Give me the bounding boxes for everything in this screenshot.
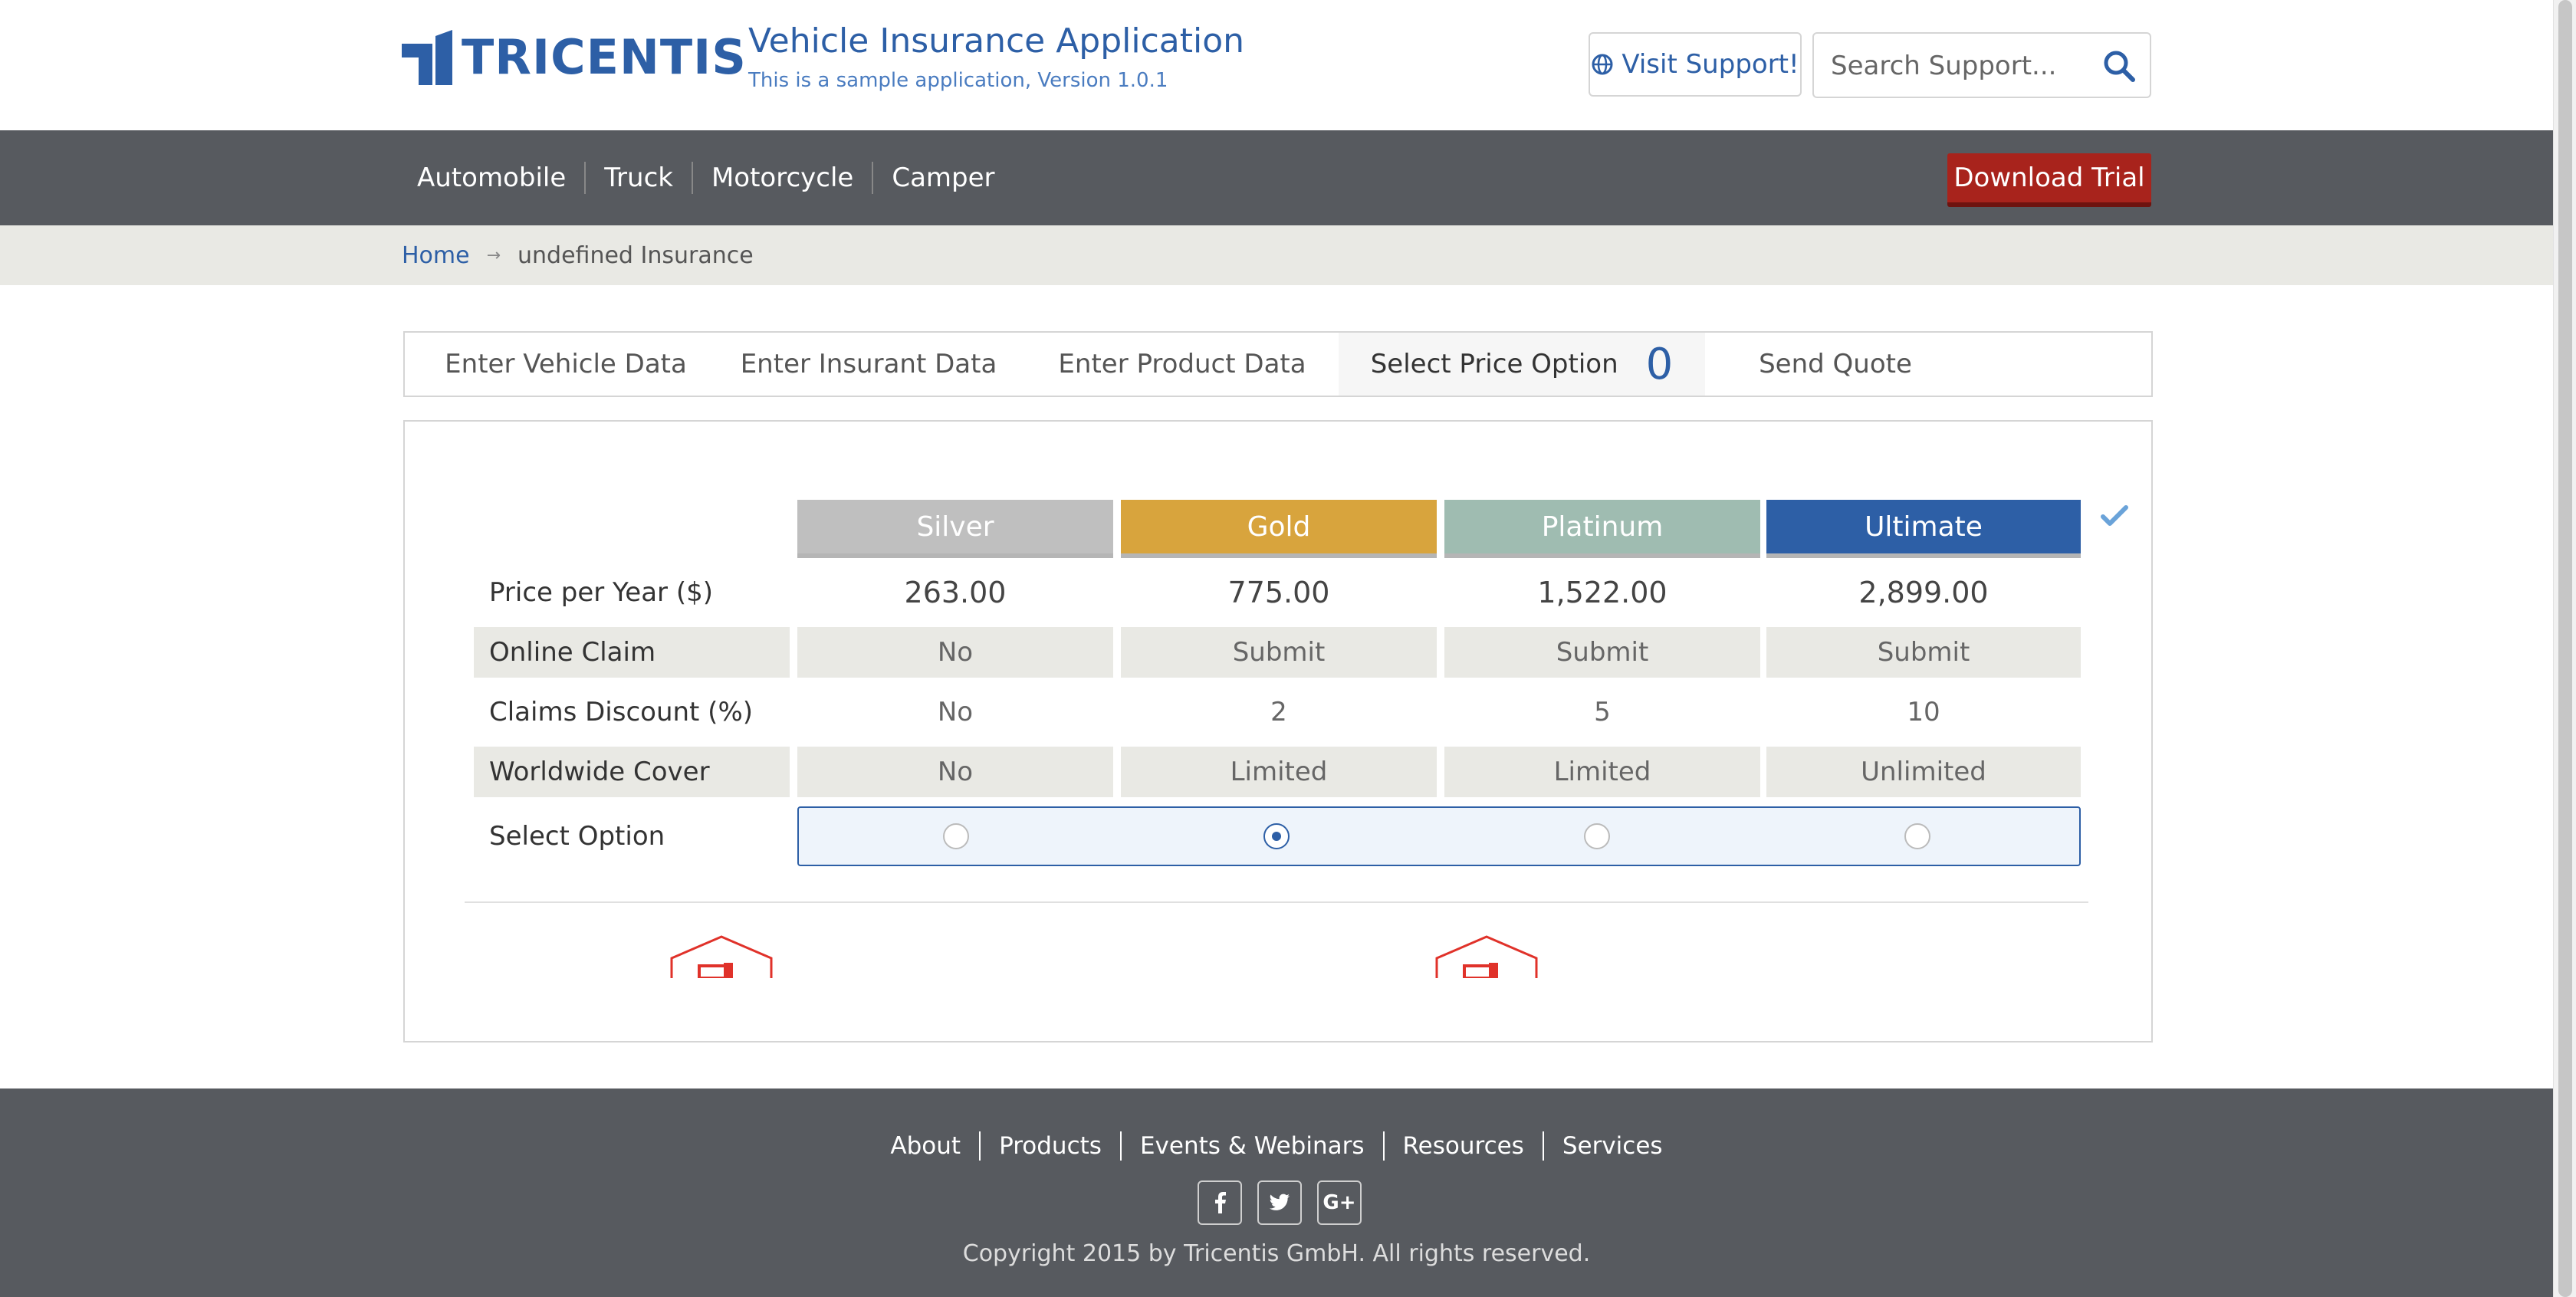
- claims-discount-ultimate: 10: [1907, 697, 1940, 727]
- tab-error-count: 0: [1645, 339, 1674, 389]
- worldwide-cover-silver: No: [797, 747, 1113, 797]
- worldwide-cover-gold: Limited: [1121, 747, 1437, 797]
- main-nav: Automobile Truck Motorcycle Camper Downl…: [0, 130, 2553, 225]
- plan-header-platinum: Platinum: [1444, 500, 1760, 558]
- search-support-box: [1812, 32, 2151, 98]
- online-claim-gold: Submit: [1121, 627, 1437, 678]
- row-label-claims-discount: Claims Discount (%): [489, 697, 754, 727]
- tab-label: Enter Insurant Data: [740, 349, 997, 379]
- breadcrumb-arrow-icon: →: [486, 245, 501, 265]
- breadcrumb-current: undefined Insurance: [518, 241, 754, 269]
- vertical-scrollbar[interactable]: [2553, 0, 2576, 1297]
- pdf-document-icon[interactable]: [1435, 935, 1538, 981]
- breadcrumb-bar: Home → undefined Insurance: [0, 225, 2553, 285]
- footer-links: About Products Events & Webinars Resourc…: [0, 1131, 2553, 1161]
- row-label-select-option: Select Option: [489, 821, 665, 852]
- visit-support-label: Visit Support!: [1622, 49, 1799, 80]
- online-claim-platinum: Submit: [1444, 627, 1760, 678]
- online-claim-silver: No: [797, 627, 1113, 678]
- pdf-document-icon[interactable]: [670, 935, 773, 981]
- plan-header-gold: Gold: [1121, 500, 1437, 558]
- facebook-icon[interactable]: [1198, 1180, 1242, 1225]
- tab-label: Enter Product Data: [1058, 349, 1306, 379]
- footer-link-products[interactable]: Products: [981, 1131, 1122, 1161]
- radio-select-platinum[interactable]: [1584, 823, 1610, 849]
- worldwide-cover-platinum: Limited: [1444, 747, 1760, 797]
- footer-link-services[interactable]: Services: [1544, 1131, 1681, 1161]
- tab-enter-insurant-data[interactable]: Enter Insurant Data: [711, 333, 1026, 396]
- breadcrumb-home-link[interactable]: Home: [402, 242, 470, 269]
- tab-send-quote[interactable]: Send Quote: [1705, 333, 1966, 396]
- claims-discount-platinum: 5: [1594, 697, 1611, 727]
- download-trial-button[interactable]: Download Trial: [1947, 153, 2151, 207]
- nav-item-truck[interactable]: Truck: [586, 162, 693, 194]
- price-silver: 263.00: [904, 576, 1007, 609]
- breadcrumb: Home → undefined Insurance: [402, 225, 754, 285]
- tab-label: Select Price Option: [1370, 349, 1618, 379]
- search-icon[interactable]: [2102, 49, 2136, 86]
- site-footer: About Products Events & Webinars Resourc…: [0, 1088, 2553, 1297]
- price-ultimate: 2,899.00: [1858, 576, 1989, 609]
- online-claim-ultimate: Submit: [1766, 627, 2081, 678]
- tab-label: Enter Vehicle Data: [445, 349, 687, 379]
- tab-select-price-option[interactable]: Select Price Option 0: [1339, 333, 1705, 396]
- footer-link-about[interactable]: About: [872, 1131, 981, 1161]
- radio-select-ultimate[interactable]: [1904, 823, 1930, 849]
- price-platinum: 1,522.00: [1537, 576, 1668, 609]
- visit-support-button[interactable]: Visit Support!: [1589, 32, 1802, 97]
- globe-icon: [1592, 54, 1613, 75]
- plan-header-ultimate: Ultimate: [1766, 500, 2081, 558]
- app-title: Vehicle Insurance Application: [748, 21, 1245, 61]
- claims-discount-silver: No: [937, 697, 974, 727]
- tricentis-logo[interactable]: TRICENTIS: [402, 29, 747, 85]
- footer-link-events-webinars[interactable]: Events & Webinars: [1122, 1131, 1385, 1161]
- twitter-icon[interactable]: [1257, 1180, 1302, 1225]
- copyright-text: Copyright 2015 by Tricentis GmbH. All ri…: [962, 1240, 1591, 1267]
- plan-header-silver: Silver: [797, 500, 1113, 558]
- worldwide-cover-ultimate: Unlimited: [1766, 747, 2081, 797]
- search-support-input[interactable]: [1829, 46, 2093, 86]
- row-label-worldwide-cover: Worldwide Cover: [474, 747, 790, 797]
- google-plus-icon[interactable]: G+: [1317, 1180, 1362, 1225]
- brand-name: TRICENTIS: [462, 29, 747, 85]
- tricentis-logo-mark-icon: [402, 29, 452, 85]
- claims-discount-gold: 2: [1270, 697, 1287, 727]
- scrollbar-thumb[interactable]: [2558, 0, 2572, 1297]
- row-label-online-claim: Online Claim: [474, 627, 790, 678]
- tab-enter-vehicle-data[interactable]: Enter Vehicle Data: [405, 333, 711, 396]
- radio-select-silver[interactable]: [943, 823, 969, 849]
- wizard-tabs: Enter Vehicle Data Enter Insurant Data E…: [403, 331, 2153, 397]
- tab-enter-product-data[interactable]: Enter Product Data: [1026, 333, 1339, 396]
- site-header: TRICENTIS Vehicle Insurance Application …: [0, 0, 2553, 130]
- nav-item-motorcycle[interactable]: Motorcycle: [693, 162, 874, 194]
- nav-item-automobile[interactable]: Automobile: [402, 162, 586, 194]
- nav-item-camper[interactable]: Camper: [873, 162, 1013, 194]
- row-label-price: Price per Year ($): [489, 577, 713, 608]
- tab-label: Send Quote: [1759, 349, 1912, 379]
- panel-divider: [465, 901, 2088, 903]
- price-gold: 775.00: [1227, 576, 1330, 609]
- select-option-row: [797, 806, 2081, 866]
- radio-select-gold[interactable]: [1263, 823, 1290, 849]
- footer-link-resources[interactable]: Resources: [1385, 1131, 1544, 1161]
- checkmark-icon: [2101, 504, 2128, 530]
- app-subtitle: This is a sample application, Version 1.…: [748, 69, 1168, 92]
